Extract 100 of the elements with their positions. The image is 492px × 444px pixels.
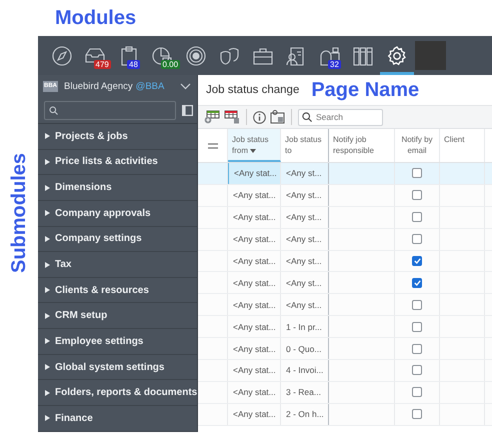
submodule-label[interactable]: Global system settings	[55, 362, 164, 373]
table-row[interactable]: <Any stat... <Any st...	[198, 184, 492, 207]
table-row[interactable]: <Any stat... <Any st...	[198, 250, 492, 272]
module-tab[interactable]: 479	[78, 36, 112, 75]
column-header[interactable]: Job status to	[281, 129, 329, 162]
checkbox[interactable]	[412, 300, 422, 310]
expand-triangle-icon[interactable]	[45, 364, 50, 370]
table-cell: 2 - On h...	[281, 404, 329, 425]
submodule-label[interactable]: Price lists & activities	[55, 156, 158, 168]
table-row[interactable]: <Any stat... 1 - In pr...	[198, 316, 492, 338]
submodule-label[interactable]: Dimensions	[55, 182, 112, 194]
submodule-item[interactable]: Price lists & activities	[38, 150, 197, 176]
submodule-label[interactable]: Company settings	[55, 233, 142, 244]
table-cell: <Any stat...	[228, 294, 281, 316]
expand-triangle-icon[interactable]	[45, 312, 50, 319]
submodule-label[interactable]: CRM setup	[55, 310, 108, 322]
table-cell: <Any stat...	[228, 338, 281, 360]
info-icon[interactable]	[253, 110, 266, 124]
submodule-label[interactable]: Tax	[55, 259, 72, 270]
search-field[interactable]: Search	[298, 108, 383, 126]
submodule-item[interactable]: Folders, reports & documents	[38, 380, 197, 406]
org-name[interactable]: Bluebird Agency	[64, 80, 133, 92]
table-cell: <Any stat...	[228, 228, 281, 250]
submodule-item[interactable]: Company settings	[38, 226, 197, 252]
submodule-item[interactable]: CRM setup	[38, 303, 197, 330]
checkbox[interactable]	[412, 344, 422, 354]
compass-icon	[50, 44, 73, 66]
checkbox[interactable]	[412, 256, 422, 266]
submodule-label[interactable]: Company approvals	[55, 208, 151, 219]
chevron-down-icon[interactable]	[180, 82, 191, 90]
count-badge: 479	[94, 60, 111, 69]
clipboard-person-icon[interactable]	[270, 110, 285, 124]
module-tab[interactable]: 32	[313, 36, 346, 75]
checkbox[interactable]	[412, 168, 422, 178]
table-row[interactable]: <Any stat... 2 - On h...	[198, 404, 492, 426]
add-grid-icon[interactable]	[204, 110, 220, 124]
table-cell: <Any stat...	[228, 206, 281, 228]
settings-icon	[386, 44, 408, 66]
table-cell: <Any st...	[281, 272, 329, 294]
expand-triangle-icon[interactable]	[45, 184, 50, 191]
expand-triangle-icon[interactable]	[45, 210, 50, 216]
table-row[interactable]: <Any stat... 4 - Invoi...	[198, 360, 492, 382]
menu-icon[interactable]	[208, 142, 218, 148]
submodule-label[interactable]: Projects & jobs	[55, 130, 128, 142]
submodules-annotation: Submodules	[7, 152, 31, 275]
submodule-label[interactable]: Folders, reports & documents	[55, 387, 198, 398]
table-cell: <Any st...	[281, 206, 329, 228]
expand-triangle-icon[interactable]	[45, 415, 50, 422]
checkbox[interactable]	[412, 234, 422, 244]
table-row[interactable]: <Any stat... <Any st...	[198, 206, 492, 229]
expand-triangle-icon[interactable]	[45, 262, 50, 268]
sidebar-search-field[interactable]	[44, 100, 176, 120]
submodule-item[interactable]: Tax	[38, 252, 197, 278]
expand-triangle-icon[interactable]	[45, 158, 50, 165]
submodule-item[interactable]: Finance	[38, 406, 197, 432]
checkbox[interactable]	[412, 212, 422, 222]
checkbox[interactable]	[412, 409, 422, 420]
column-header[interactable]: Client	[440, 129, 485, 162]
count-badge: 48	[127, 60, 140, 69]
submodule-item[interactable]: Global system settings	[38, 354, 197, 380]
table-row[interactable]: <Any stat... 3 - Rea...	[198, 382, 492, 404]
submodule-item[interactable]: Company approvals	[38, 200, 197, 227]
column-header[interactable]: Job status from	[228, 129, 281, 162]
table-cell: <Any stat...	[228, 250, 281, 272]
table-cell: <Any stat...	[228, 272, 281, 294]
module-tab[interactable]: 0.00	[146, 36, 179, 75]
submodule-label[interactable]: Employee settings	[55, 336, 144, 347]
expand-triangle-icon[interactable]	[45, 390, 50, 396]
table-row[interactable]: <Any stat... <Any st...	[198, 272, 492, 294]
target-icon	[184, 44, 207, 66]
module-tab[interactable]: 48	[112, 36, 146, 75]
submodule-label[interactable]: Finance	[55, 412, 93, 424]
table-row[interactable]: <Any stat... <Any st...	[198, 294, 492, 316]
submodule-item[interactable]: Clients & resources	[38, 278, 197, 304]
expand-triangle-icon[interactable]	[45, 133, 50, 140]
count-badge: 32	[328, 60, 341, 69]
column-header[interactable]: Notify by email	[395, 129, 440, 162]
submodule-item[interactable]: Employee settings	[38, 329, 197, 355]
delete-grid-icon[interactable]	[224, 110, 240, 124]
column-header[interactable]: Notify job responsible	[329, 129, 395, 162]
binders-icon	[352, 44, 374, 66]
table-row[interactable]: <Any stat... <Any st...	[198, 228, 492, 251]
table-row[interactable]: <Any stat... 0 - Quo...	[198, 338, 492, 360]
modules-annotation: Modules	[55, 6, 136, 30]
search-icon	[302, 112, 312, 122]
checkbox[interactable]	[412, 387, 422, 398]
checkbox[interactable]	[412, 278, 422, 288]
panel-toggle-icon[interactable]	[182, 104, 193, 116]
submodule-item[interactable]: Projects & jobs	[38, 124, 197, 150]
expand-triangle-icon[interactable]	[45, 287, 50, 294]
table-row[interactable]: <Any stat... <Any st...	[198, 163, 492, 185]
expand-triangle-icon[interactable]	[45, 236, 50, 242]
checkbox[interactable]	[412, 190, 422, 200]
expand-triangle-icon[interactable]	[45, 338, 50, 344]
checkbox[interactable]	[412, 322, 422, 332]
checkbox[interactable]	[412, 365, 422, 376]
submodule-item[interactable]: Dimensions	[38, 175, 197, 201]
submodule-label[interactable]: Clients & resources	[55, 284, 149, 296]
table-cell: <Any stat...	[228, 360, 281, 381]
sort-caret-icon[interactable]	[250, 149, 256, 153]
